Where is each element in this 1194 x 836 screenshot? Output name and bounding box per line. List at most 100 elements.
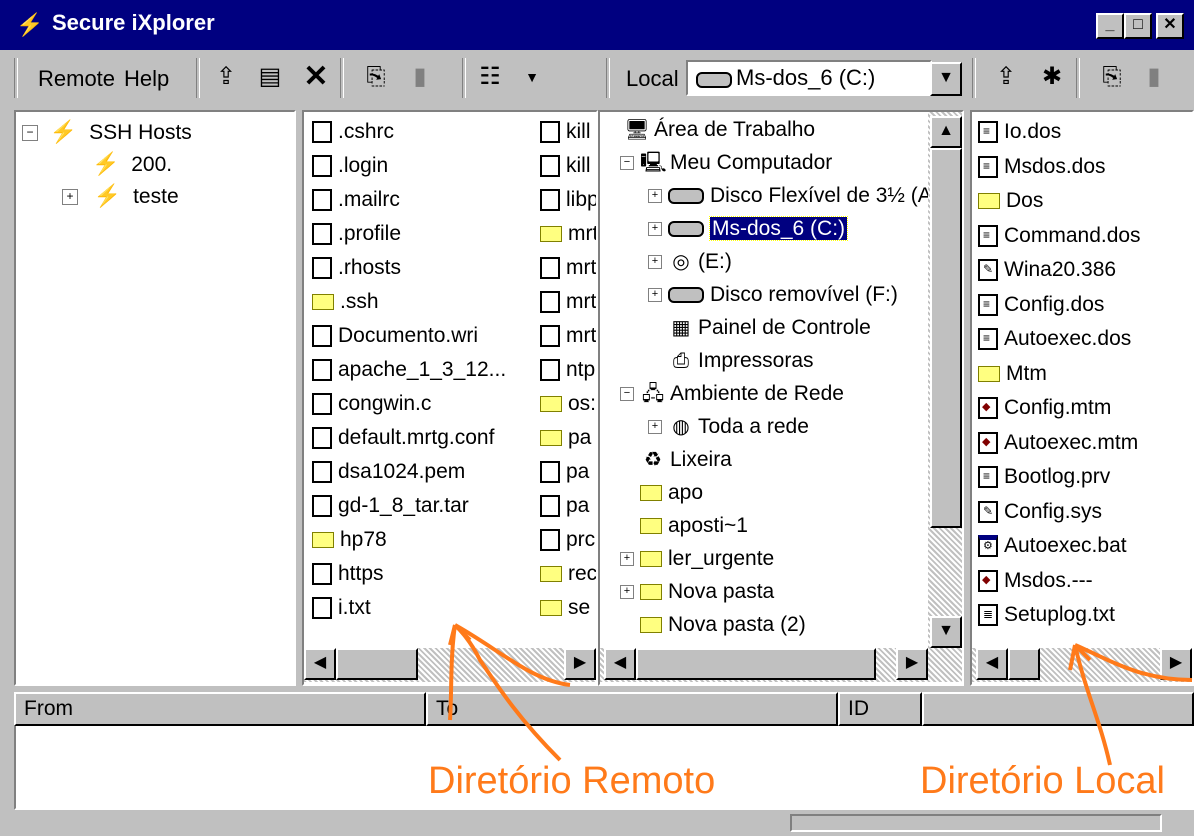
remote-file-item[interactable]: default.mrtg.conf <box>312 422 494 454</box>
remote-file-item[interactable]: .login <box>312 150 388 182</box>
collapse-icon[interactable]: − <box>620 156 634 171</box>
collapse-icon[interactable]: − <box>620 387 634 402</box>
expand-icon[interactable]: + <box>648 222 662 237</box>
tree-item[interactable]: + ler_urgente <box>620 543 774 575</box>
remote-file-item[interactable]: .mailrc <box>312 184 400 216</box>
menu-remote[interactable]: Remote <box>38 66 115 92</box>
remote-file-item[interactable]: pa <box>540 456 589 488</box>
remote-file-item[interactable]: mrt <box>540 286 596 318</box>
scroll-left-button[interactable]: ◀ <box>604 648 636 680</box>
tree-item[interactable]: aposti~1 <box>620 510 748 542</box>
tree-item-host[interactable]: + ⚡ teste <box>62 180 179 212</box>
tree-item[interactable]: − 🖧 Ambiente de Rede <box>620 378 844 410</box>
local-file-item[interactable]: Dos <box>978 185 1043 217</box>
remote-file-item[interactable]: ntp <box>540 354 595 386</box>
scroll-right-button[interactable]: ▶ <box>896 648 928 680</box>
remote-file-item[interactable]: mrt <box>540 320 596 352</box>
scrollbar-thumb[interactable] <box>636 648 876 680</box>
tree-item[interactable]: Nova pasta (2) <box>620 609 806 641</box>
column-header-to[interactable]: To <box>426 692 838 726</box>
remote-file-item[interactable]: mrt <box>540 252 596 284</box>
local-file-item[interactable]: ≡ Config.dos <box>978 289 1104 321</box>
remote-file-item[interactable]: kill <box>540 150 591 182</box>
minimize-button[interactable]: _ <box>1096 13 1124 39</box>
drive-dropdown-button[interactable]: ▼ <box>930 62 962 96</box>
expand-icon[interactable]: + <box>648 189 662 204</box>
local-file-item[interactable]: ✎ Config.sys <box>978 496 1102 528</box>
local-file-list[interactable]: ≡ Io.dos ≡ Msdos.dos Dos ≡ Command.dos ✎ Wina20.… <box>970 110 1194 686</box>
expand-icon[interactable]: + <box>62 189 78 206</box>
scroll-up-button[interactable]: ▲ <box>930 116 962 148</box>
local-file-item[interactable]: Mtm <box>978 358 1047 390</box>
expand-icon[interactable]: + <box>648 255 662 270</box>
remote-file-item[interactable]: libp <box>540 184 596 216</box>
remote-file-item[interactable]: rec <box>540 558 596 590</box>
paste-icon[interactable]: ▮ <box>404 62 436 92</box>
remote-file-item[interactable]: i.txt <box>312 592 371 624</box>
local-file-item[interactable]: ✎ Wina20.386 <box>978 254 1116 286</box>
local-copy-icon[interactable]: ⎘ <box>1096 62 1128 92</box>
tree-item[interactable]: + Ms-dos_6 (C:) <box>648 213 849 245</box>
scroll-left-button[interactable]: ◀ <box>304 648 336 680</box>
tree-item[interactable]: ♻ Lixeira <box>620 444 732 476</box>
local-file-item[interactable]: ≡ Bootlog.prv <box>978 461 1110 493</box>
scrollbar-thumb[interactable] <box>336 648 418 680</box>
local-file-item[interactable]: ◆ Config.mtm <box>978 392 1111 424</box>
local-directory-tree[interactable]: 🖥 Área de Trabalho − 🖳 Meu Computador + Disco … <box>598 110 964 686</box>
remote-file-item[interactable]: Documento.wri <box>312 320 478 352</box>
remote-file-item[interactable]: kill <box>540 116 591 148</box>
remote-file-item[interactable]: https <box>312 558 384 590</box>
remote-file-item[interactable]: .rhosts <box>312 252 401 284</box>
remote-file-item[interactable]: .profile <box>312 218 401 250</box>
ssh-hosts-tree[interactable]: − ⚡ SSH Hosts ⚡ 200. + ⚡ teste <box>14 110 296 686</box>
remote-file-item[interactable]: congwin.c <box>312 388 431 420</box>
remote-file-item[interactable]: gd-1_8_tar.tar <box>312 490 469 522</box>
tree-item-host[interactable]: ⚡ 200. <box>92 148 172 180</box>
tree-item[interactable]: + ◎ (E:) <box>648 246 732 278</box>
new-folder-icon[interactable]: ✱ <box>1036 62 1068 92</box>
tree-item[interactable]: apo <box>620 477 703 509</box>
local-file-item[interactable]: ≣ Setuplog.txt <box>978 599 1115 631</box>
tree-item[interactable]: ⎙ Impressoras <box>648 345 814 377</box>
close-button[interactable]: ✕ <box>1156 13 1184 39</box>
scroll-left-button[interactable]: ◀ <box>976 648 1008 680</box>
local-file-item[interactable]: ≡ Command.dos <box>978 220 1141 252</box>
remote-file-item[interactable]: prc <box>540 524 595 556</box>
remote-file-item[interactable]: hp78 <box>312 524 387 556</box>
remote-file-list[interactable]: .cshrc .login .mailrc .profile .rhosts .ssh Do… <box>302 110 598 686</box>
local-file-item[interactable]: ≡ Msdos.dos <box>978 151 1106 183</box>
maximize-button[interactable]: □ <box>1124 13 1152 39</box>
expand-icon[interactable]: + <box>620 585 634 600</box>
remote-file-item[interactable]: apache_1_3_12... <box>312 354 506 386</box>
tree-item[interactable]: − 🖳 Meu Computador <box>620 147 832 179</box>
tree-item[interactable]: ▦ Painel de Controle <box>648 312 871 344</box>
remote-file-item[interactable]: dsa1024.pem <box>312 456 465 488</box>
scrollbar-thumb[interactable] <box>1008 648 1040 680</box>
local-file-item[interactable]: ≡ Autoexec.dos <box>978 323 1131 355</box>
tree-item[interactable]: + Disco Flexível de 3½ (A <box>648 180 932 212</box>
collapse-icon[interactable]: − <box>22 125 38 142</box>
local-paste-icon[interactable]: ▮ <box>1138 62 1170 92</box>
remote-file-item[interactable]: se <box>540 592 590 624</box>
tree-item[interactable]: + Disco removível (F:) <box>648 279 898 311</box>
tree-root-ssh-hosts[interactable]: − ⚡ SSH Hosts <box>22 116 192 148</box>
scroll-right-button[interactable]: ▶ <box>564 648 596 680</box>
tree-item[interactable]: + Nova pasta <box>620 576 774 608</box>
expand-icon[interactable]: + <box>648 288 662 303</box>
remote-file-item[interactable]: .ssh <box>312 286 379 318</box>
column-header-id[interactable]: ID <box>838 692 922 726</box>
remote-file-item[interactable]: pa <box>540 490 589 522</box>
remote-file-item[interactable]: .cshrc <box>312 116 394 148</box>
scroll-down-button[interactable]: ▼ <box>930 616 962 648</box>
remote-file-item[interactable]: os: <box>540 388 596 420</box>
view-list-icon[interactable]: ☷ <box>474 62 506 92</box>
local-file-item[interactable]: ⚙ Autoexec.bat <box>978 530 1127 562</box>
new-connection-icon[interactable]: ▤ <box>254 62 286 92</box>
local-file-item[interactable]: ◆ Msdos.--- <box>978 565 1093 597</box>
expand-icon[interactable]: + <box>648 420 662 435</box>
local-file-item[interactable]: ≡ Io.dos <box>978 116 1061 148</box>
tree-item[interactable]: 🖥 Área de Trabalho <box>604 114 815 146</box>
tree-item[interactable]: + ◍ Toda a rede <box>648 411 809 443</box>
drive-select[interactable]: Ms-dos_6 (C:) <box>686 60 932 96</box>
menu-help[interactable]: Help <box>124 66 169 92</box>
